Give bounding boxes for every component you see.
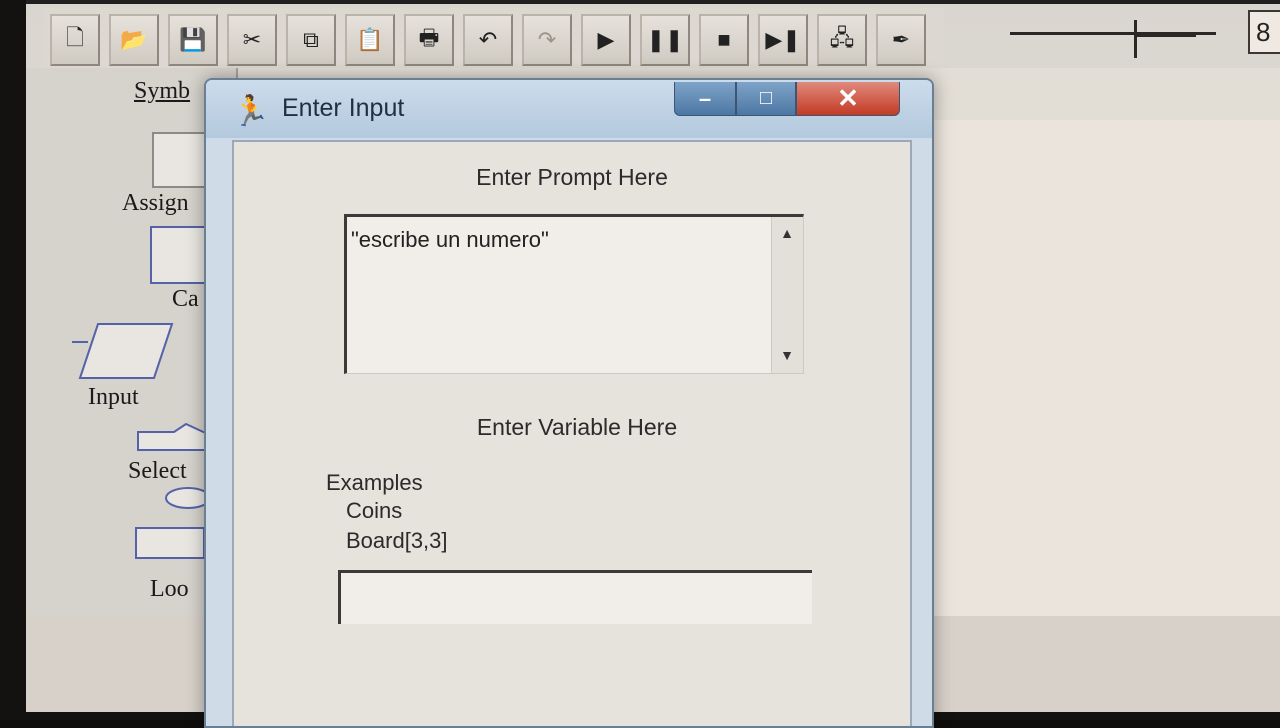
palette-label-call: Ca — [172, 286, 199, 312]
zoom-slider-fill — [1136, 34, 1196, 37]
paste-icon: 📋 — [356, 27, 384, 52]
screen-edge-top — [0, 0, 1280, 4]
print-button[interactable]: 🖶 — [404, 14, 454, 66]
redo-button[interactable]: ↷ — [522, 14, 572, 66]
save-disk-icon: 💾 — [179, 27, 207, 52]
dialog-title: Enter Input — [282, 94, 405, 122]
selection-symbol[interactable] — [134, 420, 214, 454]
zoom-value-field[interactable]: 8 — [1248, 10, 1280, 54]
maximize-icon: □ — [759, 87, 773, 109]
copy-icon: ⧉ — [303, 27, 319, 52]
open-folder-icon: 📂 — [120, 27, 148, 52]
play-button[interactable]: ▶ — [581, 14, 631, 66]
zoom-slider[interactable] — [1000, 10, 1240, 60]
open-button[interactable]: 📂 — [109, 14, 159, 66]
minimize-icon: – — [698, 85, 712, 111]
screen-edge-left — [0, 0, 26, 720]
scroll-down-arrow-icon[interactable]: ▼ — [772, 347, 802, 363]
prompt-text: "escribe un numero" — [351, 227, 549, 252]
stop-icon: ■ — [717, 27, 731, 52]
pen-button[interactable]: ✒ — [876, 14, 926, 66]
input-symbol[interactable] — [72, 320, 182, 382]
variable-heading: Enter Variable Here — [476, 414, 678, 440]
palette-label-input: Input — [88, 384, 139, 410]
toolbar: 🗋 📂 💾 ✂ ⧉ 📋 🖶 ↶ ↷ ▶ ❚❚ ■ ▶❚ 🖧 ✒ — [44, 8, 944, 68]
dialog-client-area: Enter Prompt Here "escribe un numero" ▲ … — [232, 140, 912, 726]
close-button[interactable]: ✕ — [796, 82, 900, 116]
cut-button[interactable]: ✂ — [227, 14, 277, 66]
save-button[interactable]: 💾 — [168, 14, 218, 66]
example-item: Coins — [346, 498, 403, 523]
close-icon: ✕ — [837, 83, 859, 113]
paste-button[interactable]: 📋 — [345, 14, 395, 66]
maximize-button[interactable]: □ — [736, 82, 796, 116]
zoom-slider-thumb[interactable] — [1134, 20, 1142, 58]
undo-icon: ↶ — [478, 27, 498, 52]
examples-label: Examples — [326, 470, 423, 495]
step-icon: ▶❚ — [765, 27, 801, 52]
prompt-textarea[interactable]: "escribe un numero" ▲ ▼ — [344, 214, 804, 374]
minimize-button[interactable]: – — [674, 82, 736, 116]
dialog-titlebar[interactable]: 🏃 Enter Input – □ ✕ — [206, 80, 932, 138]
pause-button[interactable]: ❚❚ — [640, 14, 690, 66]
redo-icon: ↷ — [537, 27, 557, 52]
prompt-scrollbar[interactable]: ▲ ▼ — [771, 217, 803, 373]
new-file-icon: 🗋 — [66, 25, 84, 50]
call-symbol[interactable] — [150, 226, 212, 284]
scroll-up-arrow-icon[interactable]: ▲ — [772, 225, 802, 241]
stop-button[interactable]: ■ — [699, 14, 749, 66]
play-icon: ▶ — [597, 27, 615, 52]
undo-button[interactable]: ↶ — [463, 14, 513, 66]
printer-icon: 🖶 — [418, 25, 440, 50]
pause-icon: ❚❚ — [646, 27, 684, 52]
palette-title: Symb — [134, 78, 191, 104]
assignment-symbol[interactable] — [152, 132, 212, 188]
scissors-icon: ✂ — [242, 27, 262, 52]
raptor-app-icon: 🏃 — [232, 95, 270, 128]
server-icon: 🖧 — [829, 25, 855, 50]
step-button[interactable]: ▶❚ — [758, 14, 808, 66]
palette-label-select: Select — [128, 458, 187, 484]
variable-input[interactable] — [338, 570, 812, 624]
prompt-heading: Enter Prompt Here — [476, 164, 668, 190]
loop-symbol[interactable] — [132, 484, 212, 564]
pen-icon: ✒ — [891, 27, 911, 52]
flowchart-canvas-area[interactable] — [930, 120, 1280, 620]
enter-input-dialog: 🏃 Enter Input – □ ✕ Enter Prompt Here "e… — [204, 78, 934, 728]
copy-button[interactable]: ⧉ — [286, 14, 336, 66]
test-server-button[interactable]: 🖧 — [817, 14, 867, 66]
palette-label-loop: Loo — [150, 576, 189, 602]
palette-label-assign: Assign — [122, 190, 189, 216]
new-button[interactable]: 🗋 — [50, 14, 100, 66]
example-item: Board[3,3] — [346, 528, 448, 553]
